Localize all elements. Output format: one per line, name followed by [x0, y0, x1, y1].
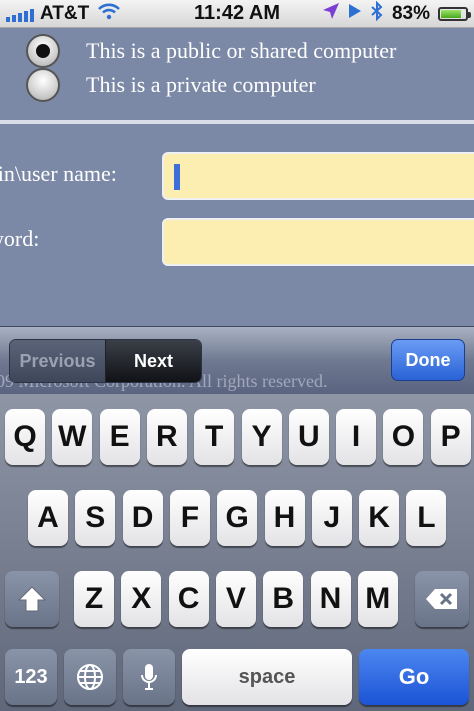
next-button[interactable]: Next [106, 340, 201, 382]
radio-private[interactable] [26, 68, 60, 102]
key-l[interactable]: L [406, 490, 447, 546]
key-z[interactable]: Z [74, 571, 114, 627]
location-arrow-icon [322, 2, 340, 26]
section-divider [0, 120, 474, 124]
key-k[interactable]: K [359, 490, 400, 546]
web-content: This is a public or shared computer This… [0, 28, 474, 326]
keyboard: QWERTYUIOP ASDFGHJKL ZXCVBNM 123 space G… [0, 394, 474, 711]
play-icon [348, 3, 362, 25]
microphone-icon [141, 664, 157, 690]
key-p[interactable]: P [430, 409, 471, 465]
globe-icon [77, 664, 103, 690]
backspace-key[interactable] [415, 571, 469, 627]
key-e[interactable]: E [99, 409, 140, 465]
radio-row-public[interactable]: This is a public or shared computer [26, 34, 396, 68]
key-j[interactable]: J [311, 490, 352, 546]
go-key[interactable]: Go [359, 649, 469, 705]
username-field[interactable] [162, 152, 474, 200]
key-x[interactable]: X [121, 571, 162, 627]
key-s[interactable]: S [75, 490, 116, 546]
key-f[interactable]: F [169, 490, 210, 546]
shift-key[interactable] [5, 571, 59, 627]
key-u[interactable]: U [288, 409, 329, 465]
battery-level [441, 10, 461, 18]
carrier-name: AT&T [40, 2, 90, 24]
space-key[interactable]: space [182, 649, 352, 705]
key-t[interactable]: T [194, 409, 235, 465]
shift-arrow-icon [17, 586, 47, 612]
key-b[interactable]: B [263, 571, 304, 627]
password-label: word: [0, 226, 40, 251]
bluetooth-icon [370, 0, 384, 27]
key-g[interactable]: G [217, 490, 258, 546]
key-i[interactable]: I [336, 409, 377, 465]
password-field[interactable] [162, 218, 474, 266]
radio-row-private[interactable]: This is a private computer [26, 68, 316, 102]
dictation-key[interactable] [123, 649, 175, 705]
status-bar: AT&T 11:42 AM 83% [0, 0, 474, 28]
radio-public-label: This is a public or shared computer [86, 38, 397, 63]
wifi-icon [97, 2, 121, 26]
key-y[interactable]: Y [241, 409, 282, 465]
numbers-key[interactable]: 123 [5, 649, 57, 705]
battery-percent: 83% [391, 3, 430, 24]
globe-key[interactable] [64, 649, 116, 705]
key-n[interactable]: N [310, 571, 351, 627]
username-label: ain\user name: [0, 161, 117, 186]
key-r[interactable]: R [146, 409, 187, 465]
done-button[interactable]: Done [391, 339, 465, 381]
signal-strength-icon [6, 6, 34, 22]
key-h[interactable]: H [264, 490, 305, 546]
radio-public[interactable] [26, 34, 60, 68]
backspace-icon [426, 589, 457, 609]
key-o[interactable]: O [383, 409, 424, 465]
key-d[interactable]: D [122, 490, 163, 546]
battery-icon [438, 7, 471, 21]
key-m[interactable]: M [357, 571, 398, 627]
prev-next-control: Previous Next [9, 339, 202, 383]
form-assistant-bar: 09 Microsoft Corporation. All rights res… [0, 326, 474, 395]
previous-button[interactable]: Previous [10, 340, 106, 382]
key-a[interactable]: A [28, 490, 68, 546]
key-c[interactable]: C [168, 571, 209, 627]
radio-private-label: This is a private computer [86, 72, 316, 97]
key-w[interactable]: W [52, 409, 93, 465]
key-q[interactable]: Q [5, 409, 45, 465]
key-v[interactable]: V [215, 571, 256, 627]
text-cursor [174, 164, 180, 190]
